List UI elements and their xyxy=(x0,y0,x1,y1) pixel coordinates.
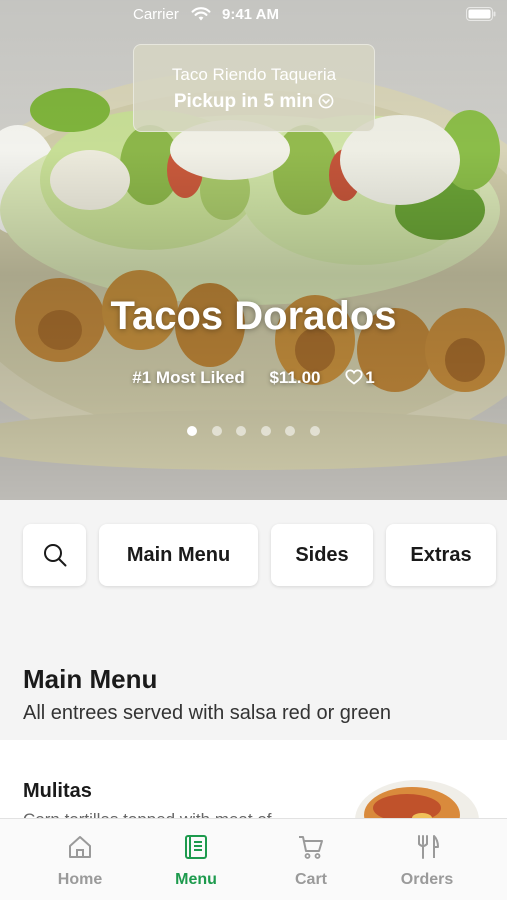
like-count[interactable]: 1 xyxy=(345,368,375,388)
like-count-value: 1 xyxy=(365,368,375,387)
fork-knife-icon xyxy=(418,835,439,859)
carousel-dot[interactable] xyxy=(236,426,247,436)
tab-menu-label: Menu xyxy=(175,871,217,888)
carousel-dot[interactable] xyxy=(187,426,198,436)
menu-item[interactable]: Mulitas Corn tortillas topped with meat … xyxy=(0,740,507,830)
restaurant-name: Taco Riendo Taqueria xyxy=(171,65,337,84)
carousel-dot[interactable] xyxy=(211,426,222,436)
tab-menu[interactable]: Menu xyxy=(138,819,254,900)
category-extras[interactable]: Extras xyxy=(386,524,496,586)
wifi-icon xyxy=(191,7,211,21)
battery-icon xyxy=(466,7,496,21)
cart-icon xyxy=(299,836,323,859)
section-title: Main Menu xyxy=(23,664,158,694)
tab-orders-label: Orders xyxy=(400,871,454,888)
section-subtitle: All entrees served with salsa red or gre… xyxy=(23,702,391,724)
category-sides[interactable]: Sides xyxy=(271,524,373,586)
popularity-badge: #1 Most Liked xyxy=(132,368,245,387)
category-main-menu[interactable]: Main Menu xyxy=(99,524,258,586)
tab-orders[interactable]: Orders xyxy=(369,819,485,900)
pickup-eta: Pickup in 5 min xyxy=(134,91,374,113)
pickup-eta-label: Pickup in 5 min xyxy=(173,91,314,112)
featured-price: $11.00 xyxy=(269,368,321,387)
category-bar: Main Menu Sides Extras xyxy=(0,500,507,622)
section-header: Main Menu All entrees served with salsa … xyxy=(0,622,507,740)
home-icon xyxy=(69,836,91,858)
carousel-dot[interactable] xyxy=(309,426,320,436)
tab-cart[interactable]: Cart xyxy=(253,819,369,900)
search-button[interactable] xyxy=(23,524,86,586)
menu-item-name: Mulitas xyxy=(23,780,92,802)
heart-icon xyxy=(345,369,363,385)
carousel-dot[interactable] xyxy=(260,426,271,436)
carrier-label: Carrier xyxy=(133,6,179,23)
chevron-circle-icon xyxy=(318,93,334,109)
pickup-selector[interactable]: Taco Riendo Taqueria Pickup in 5 min xyxy=(133,44,375,132)
carousel-dot[interactable] xyxy=(285,426,296,436)
status-bar: Carrier 9:41 AM xyxy=(0,0,507,30)
tab-home[interactable]: Home xyxy=(22,819,138,900)
search-icon xyxy=(43,544,66,567)
featured-dish-meta: #1 Most Liked $11.00 1 xyxy=(0,368,507,388)
featured-dish-title: Tacos Dorados xyxy=(110,294,397,338)
menu-book-icon xyxy=(185,835,207,859)
carousel-dots[interactable] xyxy=(0,423,507,441)
clock: 9:41 AM xyxy=(222,6,279,23)
featured-hero[interactable]: Carrier 9:41 AM Taco Riendo Taqueria Pic… xyxy=(0,0,507,500)
tab-bar: Home Menu Cart Orders xyxy=(0,818,507,900)
tab-home-label: Home xyxy=(57,871,103,888)
tab-cart-label: Cart xyxy=(294,871,327,888)
